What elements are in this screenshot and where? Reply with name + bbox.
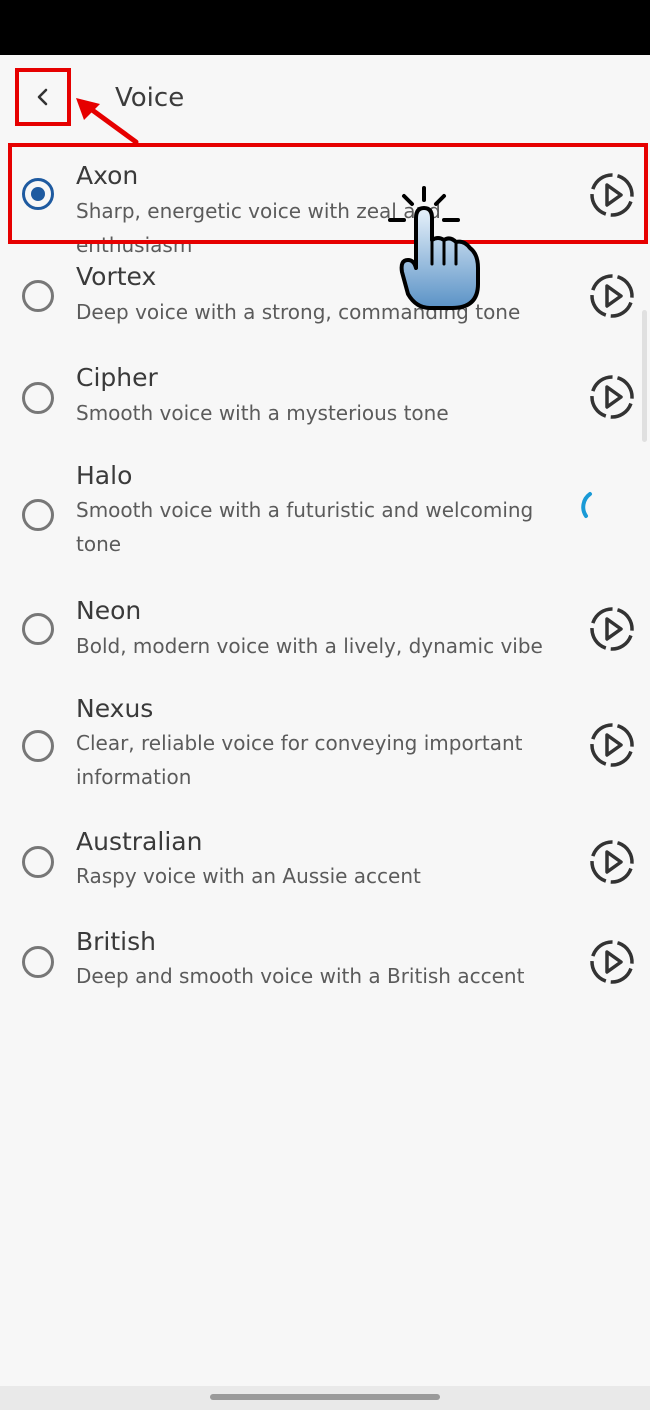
radio-button[interactable]	[22, 280, 54, 312]
voice-name: Halo	[76, 461, 133, 490]
status-bar	[0, 0, 650, 55]
play-icon[interactable]	[588, 721, 636, 769]
annotation-arrow-icon	[76, 98, 139, 145]
voice-description: Raspy voice with an Aussie accent	[76, 864, 421, 888]
voice-item-neon[interactable]: Neon Bold, modern voice with a lively, d…	[0, 577, 650, 675]
tap-gesture-hand-icon	[388, 186, 480, 310]
home-gesture-handle[interactable]	[210, 1394, 440, 1400]
play-icon[interactable]	[588, 938, 636, 986]
voice-name: Neon	[76, 596, 142, 625]
voice-item-halo[interactable]: Halo Smooth voice with a futuristic and …	[0, 446, 650, 577]
voice-list: Axon Sharp, energetic voice with zeal an…	[0, 143, 650, 1009]
chevron-left-icon	[37, 88, 48, 106]
radio-button[interactable]	[22, 946, 54, 978]
voice-name: British	[76, 927, 156, 956]
play-icon[interactable]	[588, 272, 636, 320]
voice-description: Deep and smooth voice with a British acc…	[76, 964, 525, 988]
play-icon[interactable]	[588, 605, 636, 653]
back-button[interactable]	[15, 68, 71, 126]
voice-item-australian[interactable]: Australian Raspy voice with an Aussie ac…	[0, 808, 650, 908]
selection-highlight-box	[8, 143, 648, 244]
loading-spinner	[581, 492, 592, 518]
voice-description: Bold, modern voice with a lively, dynami…	[76, 634, 543, 658]
radio-button[interactable]	[22, 382, 54, 414]
voice-name: Australian	[76, 827, 203, 856]
voice-item-vortex[interactable]: Vortex Deep voice with a strong, command…	[0, 244, 650, 345]
voice-item-nexus[interactable]: Nexus Clear, reliable voice for conveyin…	[0, 675, 650, 808]
play-icon[interactable]	[588, 373, 636, 421]
voice-item-british[interactable]: British Deep and smooth voice with a Bri…	[0, 908, 650, 1009]
play-icon[interactable]	[588, 838, 636, 886]
voice-name: Cipher	[76, 363, 158, 392]
scrollbar[interactable]	[642, 310, 647, 442]
radio-button[interactable]	[22, 730, 54, 762]
voice-description: Smooth voice with a futuristic and welco…	[76, 498, 534, 556]
radio-button[interactable]	[22, 499, 54, 531]
radio-button[interactable]	[22, 846, 54, 878]
voice-name: Vortex	[76, 262, 157, 291]
navigation-bar	[0, 1386, 650, 1410]
voice-name: Nexus	[76, 694, 154, 723]
voice-description: Smooth voice with a mysterious tone	[76, 401, 449, 425]
voice-item-cipher[interactable]: Cipher Smooth voice with a mysterious to…	[0, 345, 650, 446]
voice-description: Clear, reliable voice for conveying impo…	[76, 731, 523, 789]
radio-button[interactable]	[22, 613, 54, 645]
